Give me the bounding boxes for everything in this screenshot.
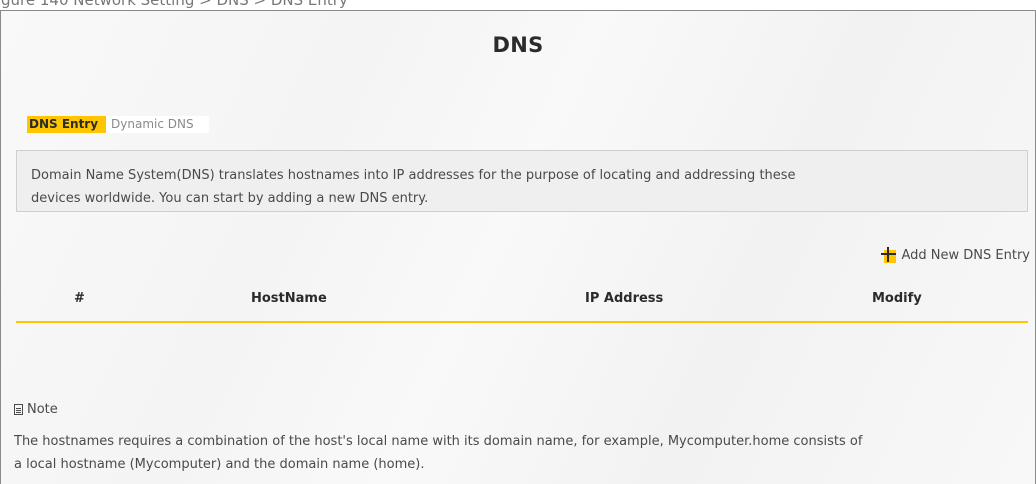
add-new-dns-entry-label: Add New DNS Entry (901, 247, 1031, 263)
note-line-1: The hostnames requires a combination of … (14, 434, 863, 449)
figure-caption: gure 140 Network Setting > DNS > DNS Ent… (0, 0, 1036, 10)
tab-dynamic-dns[interactable]: Dynamic DNS (106, 116, 209, 133)
page-title: DNS (492, 33, 544, 57)
tab-dns-entry-label: DNS Entry (29, 117, 99, 131)
column-header-ip-address: IP Address (585, 291, 664, 306)
dns-table-header: # HostName IP Address Modify (16, 286, 1028, 323)
info-description: Domain Name System(DNS) translates hostn… (16, 150, 1028, 212)
plus-icon (880, 247, 897, 263)
add-new-dns-entry-button[interactable]: Add New DNS Entry (880, 247, 1031, 263)
info-line-2: devices worldwide. You can start by addi… (31, 191, 429, 206)
column-header-modify: Modify (872, 291, 922, 306)
column-header-number: # (74, 291, 85, 306)
tab-bar: DNS Entry Dynamic DNS (14, 116, 209, 133)
note-heading: Note (14, 402, 58, 417)
column-header-hostname: HostName (251, 291, 327, 306)
figure-caption-text: gure 140 Network Setting > DNS > DNS Ent… (1, 0, 348, 9)
note-text: The hostnames requires a combination of … (14, 430, 1034, 476)
note-document-icon (14, 404, 23, 415)
note-heading-label: Note (27, 402, 58, 417)
tab-dns-entry[interactable]: DNS Entry (14, 116, 107, 133)
info-line-1: Domain Name System(DNS) translates hostn… (31, 168, 796, 183)
note-line-2: a local hostname (Mycomputer) and the do… (14, 457, 425, 472)
